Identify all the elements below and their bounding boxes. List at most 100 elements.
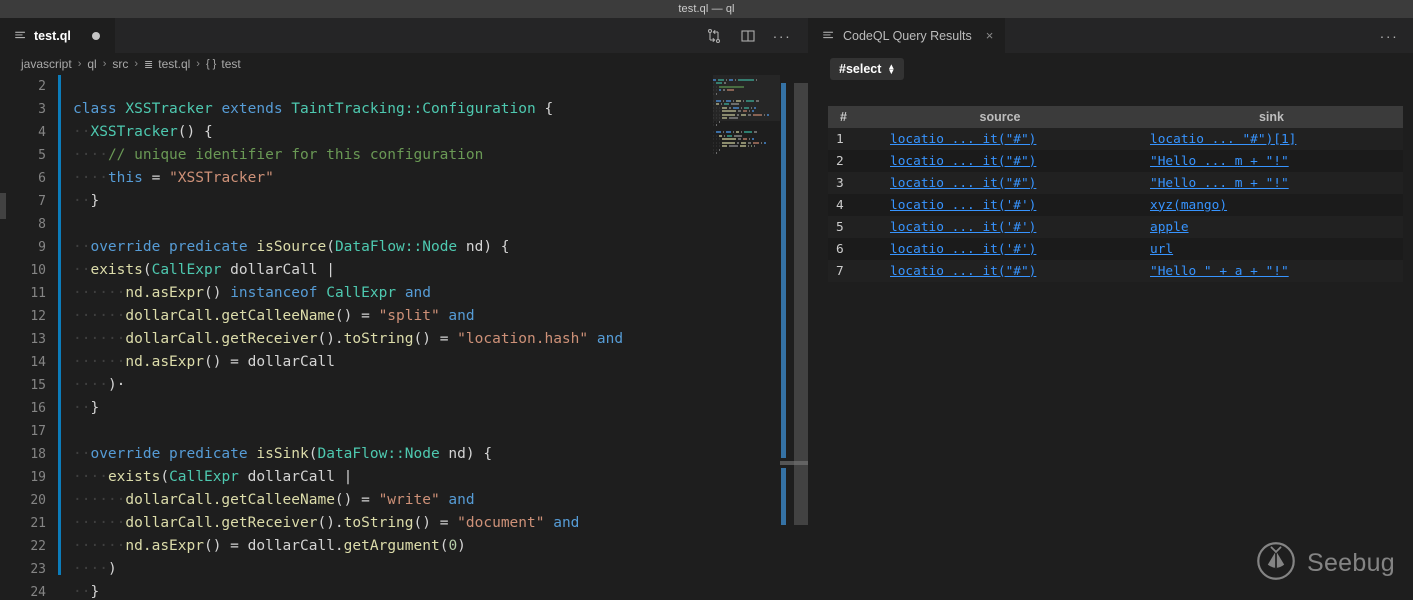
code-line[interactable]: ······nd.asExpr() instanceof CallExpr an… (73, 282, 713, 305)
code-token: ·· (90, 354, 107, 370)
code-line[interactable]: ··} (73, 581, 713, 600)
breadcrumb-item-test-ql[interactable]: ≣ test.ql (144, 57, 190, 71)
source-link[interactable]: locatio ... it('#') (890, 220, 1036, 235)
code-token: nd.asExpr (125, 538, 204, 554)
code-line[interactable] (73, 75, 713, 98)
table-row[interactable]: 1locatio ... it("#")locatio ... "#")[1] (828, 128, 1403, 150)
breadcrumb-item-src[interactable]: src (112, 57, 128, 71)
folding-column[interactable] (61, 75, 73, 600)
code-line[interactable]: ··} (73, 397, 713, 420)
code-line[interactable] (73, 213, 713, 236)
line-number: 22 (0, 535, 58, 558)
code-lines[interactable]: class XSSTracker extends TaintTracking::… (73, 75, 713, 600)
sink-link[interactable]: "Hello " + a + "!" (1150, 264, 1289, 279)
code-line[interactable]: ····this = "XSSTracker" (73, 167, 713, 190)
line-number: 6 (0, 167, 58, 190)
cell-sink: "Hello ... m + "!" (1140, 176, 1403, 191)
minimap-line (713, 128, 780, 130)
code-token: and (405, 285, 431, 301)
code-line[interactable]: ··exists(CallExpr dollarCall | (73, 259, 713, 282)
column-header-index[interactable]: # (828, 110, 860, 124)
table-row[interactable]: 6locatio ... it('#')url (828, 238, 1403, 260)
breadcrumb-item-test[interactable]: { } test (206, 57, 241, 71)
code-line[interactable]: ····exists(CallExpr dollarCall | (73, 466, 713, 489)
code-line[interactable]: ······dollarCall.getReceiver().toString(… (73, 328, 713, 351)
compare-changes-icon[interactable] (706, 28, 722, 44)
line-number: 5 (0, 144, 58, 167)
table-row[interactable]: 2locatio ... it("#")"Hello ... m + "!" (828, 150, 1403, 172)
code-line[interactable]: ····) (73, 558, 713, 581)
source-link[interactable]: locatio ... it("#") (890, 132, 1036, 147)
breadcrumb-item-javascript[interactable]: javascript (21, 57, 72, 71)
code-line[interactable]: ······dollarCall.getCalleeName() = "writ… (73, 489, 713, 512)
code-token: CallExpr (169, 469, 239, 485)
code-token: TaintTracking::Configuration (291, 101, 535, 117)
breadcrumb-item-ql[interactable]: ql (87, 57, 96, 71)
code-editor[interactable]: 23456789101112131415161718192021222324 c… (0, 75, 808, 600)
code-token: ·· (73, 377, 90, 393)
close-icon[interactable]: × (986, 28, 994, 43)
code-line[interactable]: ······dollarCall.getReceiver().toString(… (73, 512, 713, 535)
split-editor-icon[interactable] (740, 28, 756, 44)
sink-link[interactable]: apple (1150, 220, 1189, 235)
column-header-source[interactable]: source (860, 110, 1140, 124)
code-line[interactable]: ····)· (73, 374, 713, 397)
code-token: ·· (108, 538, 125, 554)
code-token: ·· (90, 147, 107, 163)
sink-link[interactable]: url (1150, 242, 1173, 257)
results-table-header: # source sink (828, 106, 1403, 128)
source-link[interactable]: locatio ... it("#") (890, 176, 1036, 191)
minimap-token (741, 142, 746, 144)
row-index: 5 (828, 220, 860, 235)
select-clause-dropdown[interactable]: #select ▲▼ (830, 58, 904, 80)
code-line[interactable]: ··} (73, 190, 713, 213)
code-token: "split" (379, 308, 440, 324)
code-token: } (90, 193, 99, 209)
minimap-token (722, 145, 727, 147)
code-line[interactable]: ······nd.asExpr() = dollarCall (73, 351, 713, 374)
sink-link[interactable]: "Hello ... m + "!" (1150, 176, 1289, 191)
more-actions-icon[interactable]: ··· (1381, 28, 1397, 44)
unsaved-indicator-icon[interactable] (92, 32, 100, 40)
sink-link[interactable]: xyz(mango) (1150, 198, 1227, 213)
table-row[interactable]: 5 locatio ... it('#') apple (828, 216, 1403, 238)
sink-link[interactable]: locatio ... "#")[1] (1150, 132, 1296, 147)
minimap[interactable] (713, 75, 780, 600)
cell-sink: apple (1140, 220, 1403, 235)
minimap-line (713, 138, 780, 140)
more-actions-icon[interactable]: ··· (774, 28, 790, 44)
table-row[interactable]: 4locatio ... it('#')xyz(mango) (828, 194, 1403, 216)
code-token: dollarCall | (221, 262, 335, 278)
code-line[interactable]: ······nd.asExpr() = dollarCall.getArgume… (73, 535, 713, 558)
column-header-sink[interactable]: sink (1140, 110, 1403, 124)
code-line[interactable]: ··override predicate isSink(DataFlow::No… (73, 443, 713, 466)
code-line[interactable]: ····// unique identifier for this config… (73, 144, 713, 167)
source-link[interactable]: locatio ... it("#") (890, 154, 1036, 169)
minimap-slider[interactable] (713, 75, 780, 121)
code-token: ·· (73, 124, 90, 140)
minimap-token (737, 142, 739, 144)
code-token: class (73, 101, 125, 117)
source-link[interactable]: locatio ... it("#") (890, 264, 1036, 279)
tab-codeql-query-results[interactable]: CodeQL Query Results × (808, 18, 1005, 53)
code-token (544, 515, 553, 531)
row-index: 3 (828, 176, 860, 191)
code-token: and (448, 492, 474, 508)
code-line[interactable]: ··override predicate isSource(DataFlow::… (73, 236, 713, 259)
code-token (283, 101, 292, 117)
source-link[interactable]: locatio ... it('#') (890, 242, 1036, 257)
vertical-scrollbar[interactable] (794, 83, 808, 525)
code-line[interactable] (73, 420, 713, 443)
code-token: isSource (256, 239, 326, 255)
sink-link[interactable]: "Hello ... m + "!" (1150, 154, 1289, 169)
source-link[interactable]: locatio ... it('#') (890, 198, 1036, 213)
table-row[interactable]: 3 locatio ... it("#") "Hello ... m + "!" (828, 172, 1403, 194)
code-token: this (108, 170, 143, 186)
code-line[interactable]: ··XSSTracker() { (73, 121, 713, 144)
editor-tab-test-ql[interactable]: test.ql (0, 18, 116, 53)
cell-source: locatio ... it('#') (860, 220, 1140, 235)
code-line[interactable]: ······dollarCall.getCalleeName() = "spli… (73, 305, 713, 328)
table-row[interactable]: 7locatio ... it("#")"Hello " + a + "!" (828, 260, 1403, 282)
minimap-token (713, 145, 714, 147)
code-line[interactable]: class XSSTracker extends TaintTracking::… (73, 98, 713, 121)
